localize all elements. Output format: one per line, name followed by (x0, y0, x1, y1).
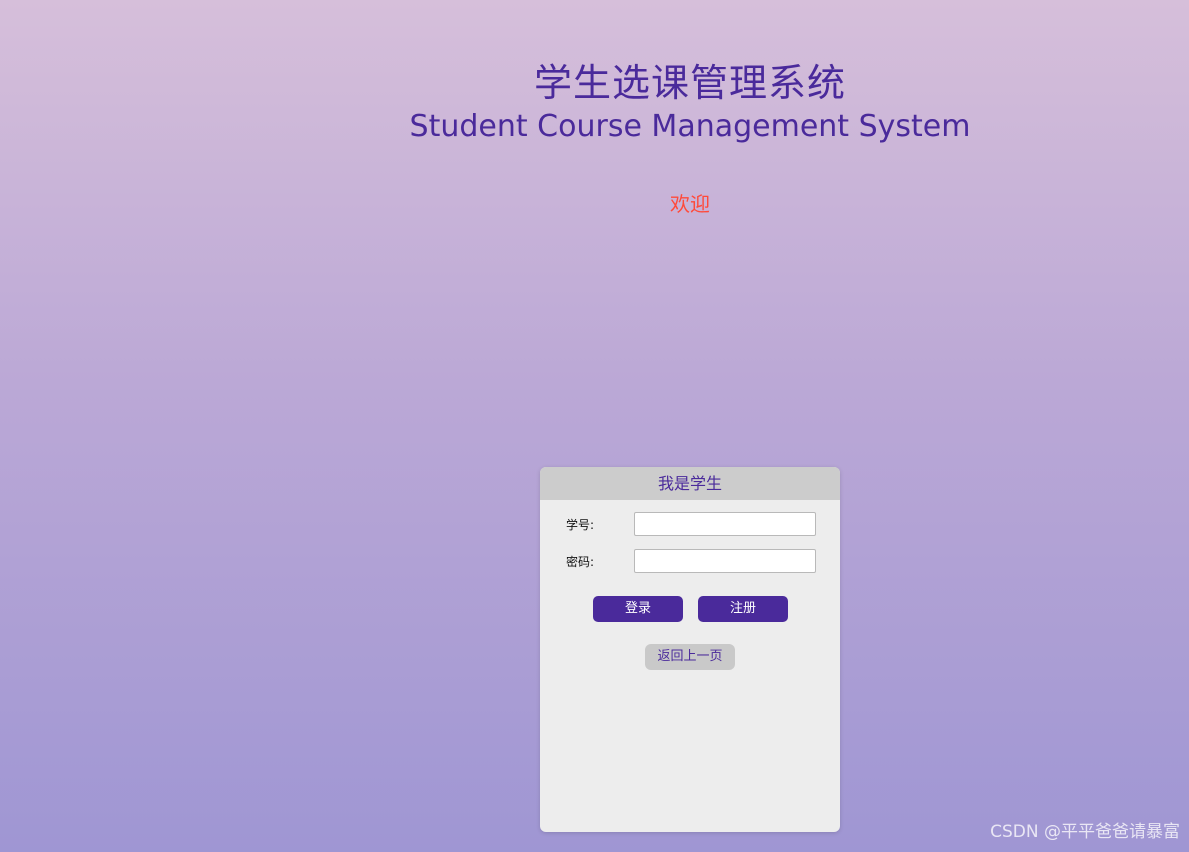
register-button[interactable]: 注册 (698, 596, 788, 622)
student-id-label: 学号: (566, 518, 595, 532)
watermark-text: CSDN @平平爸爸请暴富 (990, 822, 1180, 842)
page-title-chinese: 学生选课管理系统 (533, 61, 846, 105)
password-row: 密码: (540, 549, 840, 575)
password-input[interactable] (634, 549, 816, 573)
page-title-english: Student Course Management System (409, 109, 971, 144)
password-label: 密码: (566, 555, 595, 569)
back-button[interactable]: 返回上一页 (645, 644, 735, 670)
student-id-input[interactable] (634, 512, 816, 536)
login-card-title: 我是学生 (540, 467, 840, 500)
welcome-text: 欢迎 (670, 192, 710, 216)
student-id-row: 学号: (540, 512, 840, 538)
student-login-card: 我是学生 学号: 密码: 登录 注册 返回上一页 (540, 467, 840, 832)
page-header: 学生选课管理系统 Student Course Management Syste… (0, 0, 1189, 240)
login-button[interactable]: 登录 (593, 596, 683, 622)
